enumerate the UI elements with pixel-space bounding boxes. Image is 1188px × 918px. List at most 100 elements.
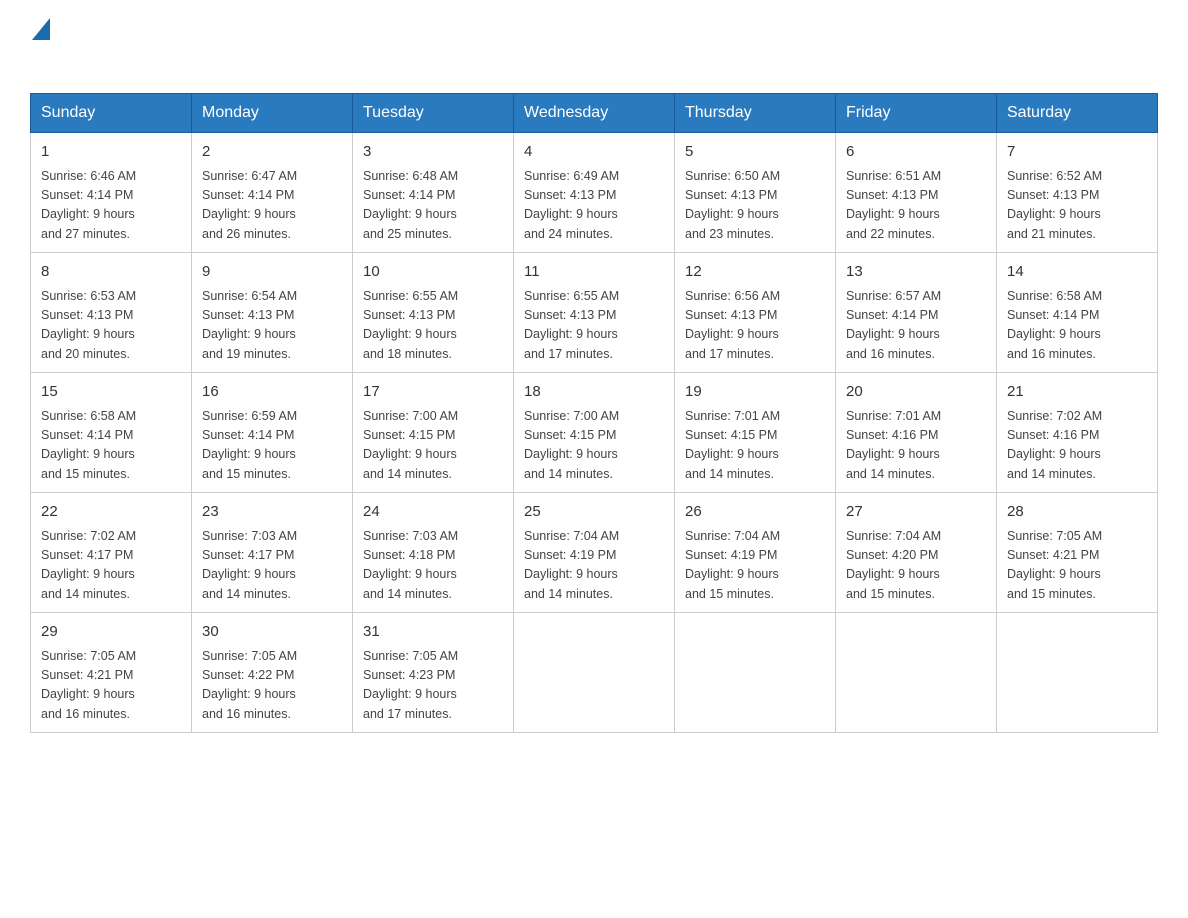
day-info: Sunrise: 6:57 AMSunset: 4:14 PMDaylight:… xyxy=(846,287,986,365)
day-number: 17 xyxy=(363,381,503,404)
day-info: Sunrise: 7:00 AMSunset: 4:15 PMDaylight:… xyxy=(363,407,503,485)
day-number: 16 xyxy=(202,381,342,404)
calendar-cell: 12Sunrise: 6:56 AMSunset: 4:13 PMDayligh… xyxy=(675,253,836,373)
day-info: Sunrise: 7:02 AMSunset: 4:16 PMDaylight:… xyxy=(1007,407,1147,485)
day-number: 2 xyxy=(202,141,342,164)
day-info: Sunrise: 7:01 AMSunset: 4:16 PMDaylight:… xyxy=(846,407,986,485)
day-number: 4 xyxy=(524,141,664,164)
page-header xyxy=(30,20,1158,73)
calendar-cell: 26 Sunrise: 7:04 AMSunset: 4:19 PMDayligh… xyxy=(675,493,836,613)
day-number: 1 xyxy=(41,141,181,164)
logo-flag-icon xyxy=(32,18,50,45)
calendar-cell: 23 Sunrise: 7:03 AMSunset: 4:17 PMDayligh… xyxy=(192,493,353,613)
day-info: Sunrise: 6:55 AMSunset: 4:13 PMDaylight:… xyxy=(524,287,664,365)
calendar-cell: 29 Sunrise: 7:05 AMSunset: 4:21 PMDayligh… xyxy=(31,613,192,733)
day-info: Sunrise: 6:53 AMSunset: 4:13 PMDaylight:… xyxy=(41,287,181,365)
day-number: 29 xyxy=(41,621,181,644)
day-number: 21 xyxy=(1007,381,1147,404)
day-number: 10 xyxy=(363,261,503,284)
day-number: 28 xyxy=(1007,501,1147,524)
day-number: 20 xyxy=(846,381,986,404)
column-header-friday: Friday xyxy=(836,94,997,133)
calendar-cell: 21 Sunrise: 7:02 AMSunset: 4:16 PMDayligh… xyxy=(997,373,1158,493)
day-info: Sunrise: 7:03 AMSunset: 4:17 PMDaylight:… xyxy=(202,527,342,605)
day-info: Sunrise: 6:58 AMSunset: 4:14 PMDaylight:… xyxy=(1007,287,1147,365)
column-header-thursday: Thursday xyxy=(675,94,836,133)
calendar-cell xyxy=(997,613,1158,733)
calendar-week-row: 29 Sunrise: 7:05 AMSunset: 4:21 PMDayligh… xyxy=(31,613,1158,733)
calendar-table: SundayMondayTuesdayWednesdayThursdayFrid… xyxy=(30,93,1158,733)
calendar-cell: 28Sunrise: 7:05 AMSunset: 4:21 PMDayligh… xyxy=(997,493,1158,613)
calendar-cell: 5 Sunrise: 6:50 AMSunset: 4:13 PMDaylight… xyxy=(675,133,836,253)
day-number: 3 xyxy=(363,141,503,164)
calendar-cell: 7 Sunrise: 6:52 AMSunset: 4:13 PMDaylight… xyxy=(997,133,1158,253)
column-header-sunday: Sunday xyxy=(31,94,192,133)
calendar-cell: 24 Sunrise: 7:03 AMSunset: 4:18 PMDayligh… xyxy=(353,493,514,613)
calendar-cell: 9 Sunrise: 6:54 AMSunset: 4:13 PMDaylight… xyxy=(192,253,353,373)
day-number: 30 xyxy=(202,621,342,644)
day-number: 23 xyxy=(202,501,342,524)
day-number: 27 xyxy=(846,501,986,524)
day-info: Sunrise: 7:03 AMSunset: 4:18 PMDaylight:… xyxy=(363,527,503,605)
calendar-cell: 15 Sunrise: 6:58 AMSunset: 4:14 PMDayligh… xyxy=(31,373,192,493)
calendar-cell: 16 Sunrise: 6:59 AMSunset: 4:14 PMDayligh… xyxy=(192,373,353,493)
day-number: 13 xyxy=(846,261,986,284)
calendar-cell: 27 Sunrise: 7:04 AMSunset: 4:20 PMDayligh… xyxy=(836,493,997,613)
day-info: Sunrise: 6:52 AMSunset: 4:13 PMDaylight:… xyxy=(1007,167,1147,245)
calendar-cell: 11 Sunrise: 6:55 AMSunset: 4:13 PMDayligh… xyxy=(514,253,675,373)
day-info: Sunrise: 7:05 AMSunset: 4:23 PMDaylight:… xyxy=(363,647,503,725)
day-info: Sunrise: 7:04 AMSunset: 4:20 PMDaylight:… xyxy=(846,527,986,605)
column-header-wednesday: Wednesday xyxy=(514,94,675,133)
calendar-header-row: SundayMondayTuesdayWednesdayThursdayFrid… xyxy=(31,94,1158,133)
day-number: 19 xyxy=(685,381,825,404)
day-info: Sunrise: 6:50 AMSunset: 4:13 PMDaylight:… xyxy=(685,167,825,245)
day-number: 15 xyxy=(41,381,181,404)
day-number: 31 xyxy=(363,621,503,644)
calendar-cell xyxy=(836,613,997,733)
day-number: 25 xyxy=(524,501,664,524)
day-number: 18 xyxy=(524,381,664,404)
day-number: 6 xyxy=(846,141,986,164)
calendar-cell: 2Sunrise: 6:47 AMSunset: 4:14 PMDaylight… xyxy=(192,133,353,253)
day-number: 11 xyxy=(524,261,664,284)
day-number: 8 xyxy=(41,261,181,284)
day-number: 24 xyxy=(363,501,503,524)
calendar-cell: 19 Sunrise: 7:01 AMSunset: 4:15 PMDayligh… xyxy=(675,373,836,493)
calendar-cell: 4 Sunrise: 6:49 AMSunset: 4:13 PMDaylight… xyxy=(514,133,675,253)
day-info: Sunrise: 6:46 AMSunset: 4:14 PMDaylight:… xyxy=(41,167,181,245)
calendar-cell xyxy=(675,613,836,733)
day-info: Sunrise: 6:51 AMSunset: 4:13 PMDaylight:… xyxy=(846,167,986,245)
calendar-cell: 20 Sunrise: 7:01 AMSunset: 4:16 PMDayligh… xyxy=(836,373,997,493)
day-number: 7 xyxy=(1007,141,1147,164)
day-number: 5 xyxy=(685,141,825,164)
calendar-cell: 22Sunrise: 7:02 AMSunset: 4:17 PMDayligh… xyxy=(31,493,192,613)
column-header-saturday: Saturday xyxy=(997,94,1158,133)
calendar-cell: 10 Sunrise: 6:55 AMSunset: 4:13 PMDayligh… xyxy=(353,253,514,373)
calendar-week-row: 15 Sunrise: 6:58 AMSunset: 4:14 PMDayligh… xyxy=(31,373,1158,493)
calendar-cell: 3 Sunrise: 6:48 AMSunset: 4:14 PMDaylight… xyxy=(353,133,514,253)
calendar-cell: 18 Sunrise: 7:00 AMSunset: 4:15 PMDayligh… xyxy=(514,373,675,493)
day-info: Sunrise: 7:04 AMSunset: 4:19 PMDaylight:… xyxy=(685,527,825,605)
column-header-monday: Monday xyxy=(192,94,353,133)
day-number: 12 xyxy=(685,261,825,284)
day-info: Sunrise: 6:55 AMSunset: 4:13 PMDaylight:… xyxy=(363,287,503,365)
day-info: Sunrise: 7:05 AMSunset: 4:22 PMDaylight:… xyxy=(202,647,342,725)
day-info: Sunrise: 7:01 AMSunset: 4:15 PMDaylight:… xyxy=(685,407,825,485)
day-number: 22 xyxy=(41,501,181,524)
calendar-cell: 14Sunrise: 6:58 AMSunset: 4:14 PMDayligh… xyxy=(997,253,1158,373)
calendar-cell xyxy=(514,613,675,733)
day-info: Sunrise: 6:48 AMSunset: 4:14 PMDaylight:… xyxy=(363,167,503,245)
day-info: Sunrise: 6:54 AMSunset: 4:13 PMDaylight:… xyxy=(202,287,342,365)
day-number: 9 xyxy=(202,261,342,284)
calendar-week-row: 8 Sunrise: 6:53 AMSunset: 4:13 PMDaylight… xyxy=(31,253,1158,373)
calendar-cell: 8 Sunrise: 6:53 AMSunset: 4:13 PMDaylight… xyxy=(31,253,192,373)
calendar-cell: 25Sunrise: 7:04 AMSunset: 4:19 PMDayligh… xyxy=(514,493,675,613)
day-number: 26 xyxy=(685,501,825,524)
calendar-cell: 6 Sunrise: 6:51 AMSunset: 4:13 PMDaylight… xyxy=(836,133,997,253)
day-info: Sunrise: 6:58 AMSunset: 4:14 PMDaylight:… xyxy=(41,407,181,485)
day-info: Sunrise: 6:59 AMSunset: 4:14 PMDaylight:… xyxy=(202,407,342,485)
day-info: Sunrise: 7:05 AMSunset: 4:21 PMDaylight:… xyxy=(41,647,181,725)
day-info: Sunrise: 6:49 AMSunset: 4:13 PMDaylight:… xyxy=(524,167,664,245)
logo xyxy=(30,20,50,73)
day-info: Sunrise: 7:00 AMSunset: 4:15 PMDaylight:… xyxy=(524,407,664,485)
